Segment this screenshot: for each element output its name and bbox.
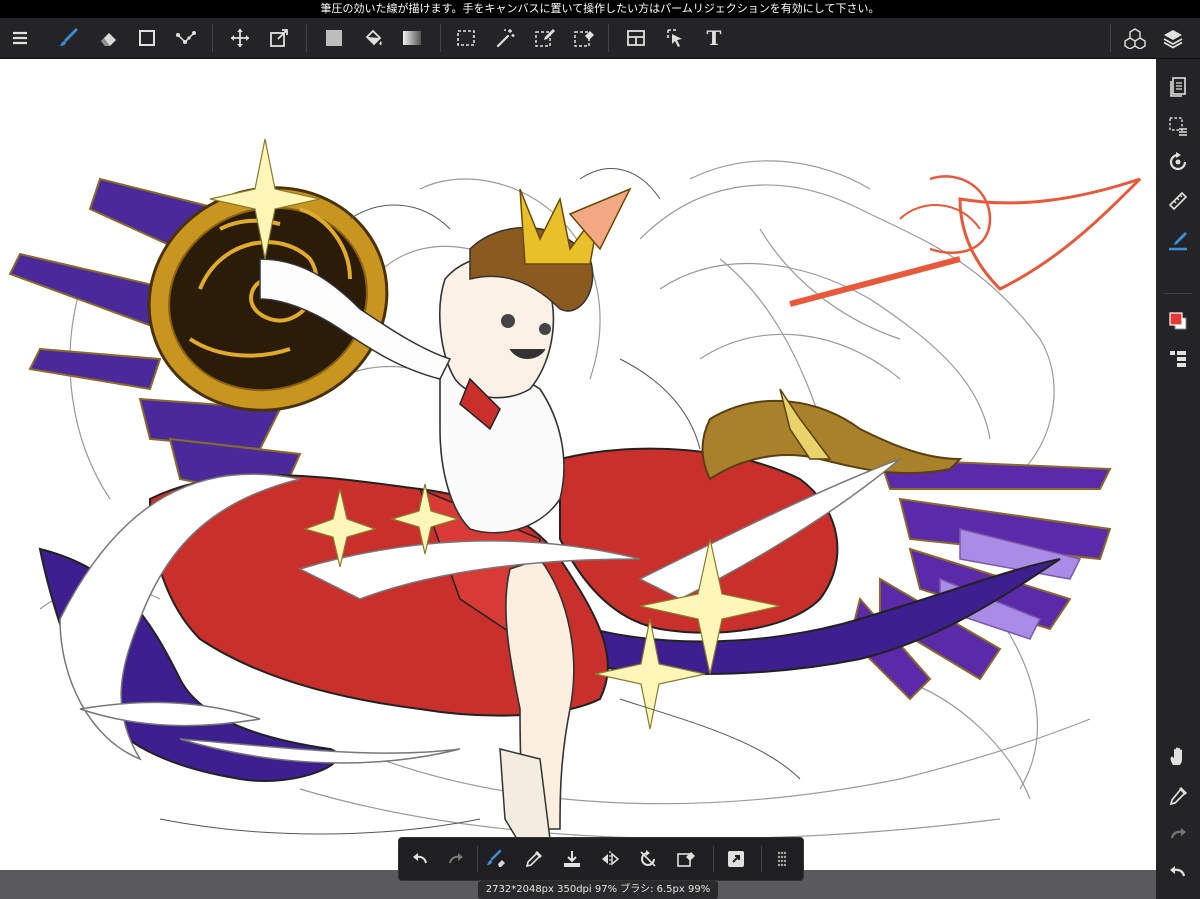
clear-layer-icon[interactable]	[669, 842, 703, 876]
canvas-status: 2732*2048px 350dpi 97% ブラシ: 6.5px 99%	[478, 881, 718, 899]
fill-color-swatch-icon[interactable]	[316, 18, 352, 58]
reset-rotation-icon[interactable]	[631, 842, 665, 876]
brush-icon[interactable]	[50, 18, 86, 58]
save-icon[interactable]	[555, 842, 589, 876]
menu-icon[interactable]	[2, 18, 38, 58]
magic-wand-icon[interactable]	[487, 18, 523, 58]
layout-icon[interactable]	[618, 18, 654, 58]
dot-brush-icon[interactable]	[168, 18, 204, 58]
eyedropper-icon[interactable]	[517, 842, 551, 876]
redo-icon[interactable]	[1160, 817, 1196, 851]
text-tool-label: T	[706, 26, 722, 50]
rotate-icon[interactable]	[1160, 145, 1196, 179]
select-pen-icon[interactable]	[526, 18, 562, 58]
select-eraser-icon[interactable]	[565, 18, 601, 58]
grid-dots-icon[interactable]	[765, 842, 799, 876]
gradient-icon[interactable]	[394, 18, 430, 58]
layers-icon[interactable]	[1155, 18, 1191, 58]
fullscreen-icon[interactable]	[719, 842, 753, 876]
snap-pen-icon[interactable]	[1160, 223, 1196, 257]
ruler-icon[interactable]	[1160, 184, 1196, 218]
top-toolbar: T	[0, 18, 1200, 59]
transform-icon[interactable]	[261, 18, 297, 58]
text-tool-icon[interactable]: T	[696, 18, 732, 58]
shape-rectangle-icon[interactable]	[129, 18, 165, 58]
color-swatch-icon[interactable]	[1160, 304, 1196, 338]
artwork-illustration	[8, 138, 1142, 845]
move-icon[interactable]	[222, 18, 258, 58]
hand-icon[interactable]	[1160, 739, 1196, 773]
object-select-icon[interactable]	[657, 18, 693, 58]
rect-select-icon[interactable]	[448, 18, 484, 58]
quick-access-bar	[398, 837, 804, 881]
right-sidebar	[1156, 59, 1200, 899]
undo-icon[interactable]	[403, 842, 437, 876]
drawing-canvas[interactable]	[0, 59, 1156, 870]
layer-list-icon[interactable]	[1160, 342, 1196, 376]
3d-material-icon[interactable]	[1117, 18, 1153, 58]
redo-icon[interactable]	[439, 842, 473, 876]
page-manager-icon[interactable]	[1160, 69, 1196, 103]
undo-icon[interactable]	[1160, 855, 1196, 889]
brush-eraser-toggle-icon[interactable]	[479, 842, 513, 876]
eraser-icon[interactable]	[91, 18, 127, 58]
palm-rejection-notice: 筆圧の効いた線が描けます。手をキャンバスに置いて操作したい方はパームリジェクショ…	[0, 0, 1200, 18]
eyedropper-icon[interactable]	[1160, 779, 1196, 813]
bucket-icon[interactable]	[355, 18, 391, 58]
selection-mode-icon[interactable]	[1160, 109, 1196, 143]
flip-horizontal-icon[interactable]	[593, 842, 627, 876]
